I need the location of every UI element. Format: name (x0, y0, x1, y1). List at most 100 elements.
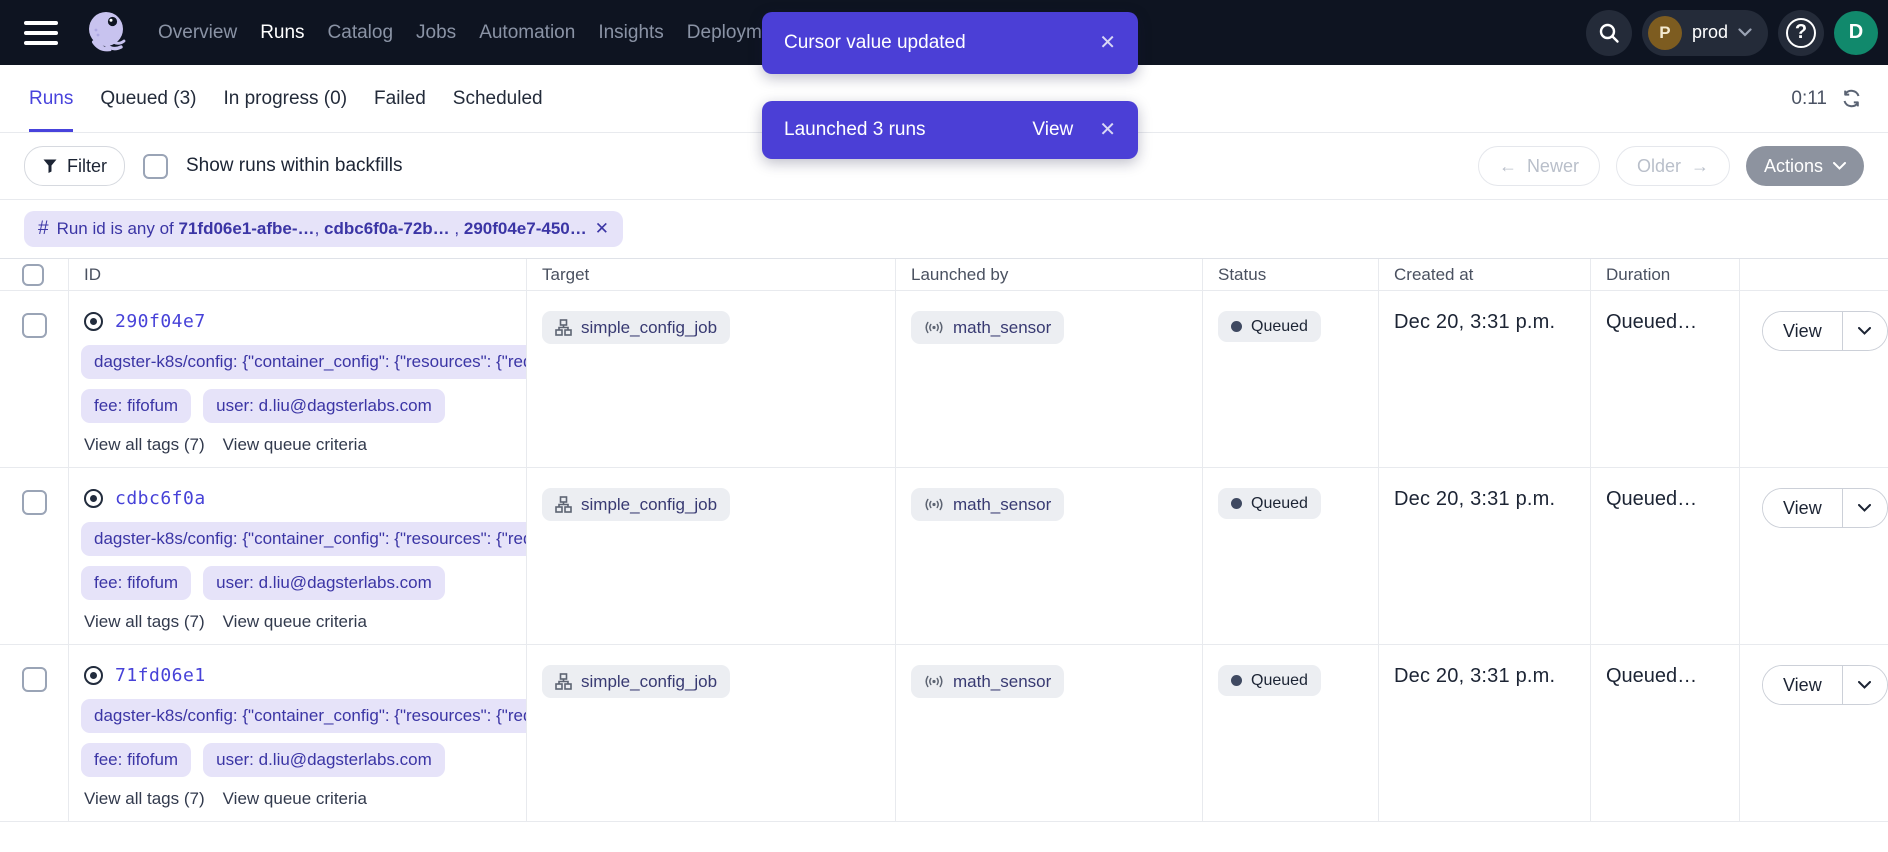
tab-failed[interactable]: Failed (374, 65, 426, 132)
view-run-button[interactable]: View (1763, 489, 1843, 527)
view-queue-criteria-link[interactable]: View queue criteria (223, 435, 367, 455)
chevron-down-icon (1858, 504, 1871, 512)
nav-item-insights[interactable]: Insights (598, 22, 663, 44)
status-label: Queued (1251, 672, 1308, 690)
older-button[interactable]: Older → (1616, 146, 1730, 186)
workspace-avatar: P (1648, 16, 1682, 50)
status-dot-icon (1231, 321, 1242, 332)
run-id-link[interactable]: 71fd06e1 (115, 665, 206, 686)
view-all-tags-link[interactable]: View all tags (7) (84, 612, 205, 632)
nav-item-runs[interactable]: Runs (260, 22, 304, 44)
launched-by-cell: math_sensor (896, 291, 1203, 467)
row-checkbox[interactable] (22, 490, 47, 515)
table-row: 71fd06e1 dagster-k8s/config: {"container… (0, 645, 1888, 822)
search-button[interactable] (1586, 10, 1632, 56)
table-header: ID Target Launched by Status Created at … (0, 258, 1888, 291)
nav-item-overview[interactable]: Overview (158, 22, 237, 44)
status-badge: Queued (1218, 311, 1321, 342)
view-queue-criteria-link[interactable]: View queue criteria (223, 612, 367, 632)
column-header-launched-by: Launched by (896, 259, 1203, 290)
sensor-name: math_sensor (953, 495, 1051, 515)
job-pill[interactable]: simple_config_job (542, 311, 730, 344)
k8s-config-tag[interactable]: dagster-k8s/config: {"container_config":… (81, 522, 526, 556)
nav-item-jobs[interactable]: Jobs (416, 22, 456, 44)
fee-tag[interactable]: fee: fifofum (81, 389, 191, 423)
arrow-right-icon: → (1691, 156, 1709, 177)
sensor-pill[interactable]: math_sensor (911, 665, 1064, 698)
arrow-left-icon: ← (1499, 156, 1517, 177)
job-icon (555, 496, 572, 513)
sensor-pill[interactable]: math_sensor (911, 488, 1064, 521)
job-icon (555, 319, 572, 336)
duration-value: Queued… (1606, 665, 1697, 687)
target-cell: simple_config_job (527, 468, 896, 644)
newer-label: Newer (1527, 156, 1579, 177)
tab-in-progress[interactable]: In progress (0) (223, 65, 347, 132)
remove-filter-icon[interactable]: ✕ (595, 219, 609, 239)
show-backfills-label: Show runs within backfills (186, 155, 402, 177)
workspace-switcher[interactable]: P prod (1642, 10, 1768, 56)
fee-tag[interactable]: fee: fifofum (81, 743, 191, 777)
k8s-config-tag[interactable]: dagster-k8s/config: {"container_config":… (81, 699, 526, 733)
close-icon[interactable]: ✕ (1099, 33, 1116, 53)
duration-cell: Queued… (1591, 645, 1740, 821)
job-icon (555, 673, 572, 690)
runs-page: Overview Runs Catalog Jobs Automation In… (0, 0, 1888, 852)
user-tag[interactable]: user: d.liu@dagsterlabs.com (203, 743, 445, 777)
user-avatar[interactable]: D (1834, 11, 1878, 55)
user-tag[interactable]: user: d.liu@dagsterlabs.com (203, 389, 445, 423)
nav-item-catalog[interactable]: Catalog (328, 22, 394, 44)
row-checkbox[interactable] (22, 667, 47, 692)
nav-item-automation[interactable]: Automation (479, 22, 575, 44)
filter-button[interactable]: Filter (24, 146, 125, 186)
tab-runs[interactable]: Runs (29, 65, 73, 132)
filter-bar-right: ← Newer Older → Actions (1478, 146, 1864, 186)
newer-button[interactable]: ← Newer (1478, 146, 1600, 186)
runid-filter-tag[interactable]: # Run id is any of 71fd06e1-afbe-…, cdbc… (24, 211, 623, 247)
view-run-menu-button[interactable] (1843, 312, 1887, 350)
duration-value: Queued… (1606, 488, 1697, 510)
tab-scheduled[interactable]: Scheduled (453, 65, 543, 132)
view-queue-criteria-link[interactable]: View queue criteria (223, 789, 367, 809)
tab-queued[interactable]: Queued (3) (100, 65, 196, 132)
column-header-created-at: Created at (1379, 259, 1591, 290)
view-run-menu-button[interactable] (1843, 666, 1887, 704)
view-all-tags-link[interactable]: View all tags (7) (84, 789, 205, 809)
run-status-icon (84, 666, 103, 685)
user-tag[interactable]: user: d.liu@dagsterlabs.com (203, 566, 445, 600)
row-checkbox[interactable] (22, 313, 47, 338)
run-id-link[interactable]: 290f04e7 (115, 311, 206, 332)
status-dot-icon (1231, 498, 1242, 509)
k8s-config-tag[interactable]: dagster-k8s/config: {"container_config":… (81, 345, 526, 379)
select-all-checkbox[interactable] (22, 264, 44, 286)
job-pill[interactable]: simple_config_job (542, 488, 730, 521)
run-id-link[interactable]: cdbc6f0a (115, 488, 206, 509)
refresh-icon[interactable] (1841, 88, 1862, 109)
hamburger-menu-icon[interactable] (24, 18, 62, 48)
view-run-menu-button[interactable] (1843, 489, 1887, 527)
refresh-area: 0:11 (1791, 88, 1862, 110)
view-run-button[interactable]: View (1763, 666, 1843, 704)
tabs: Runs Queued (3) In progress (0) Failed S… (29, 65, 543, 132)
close-icon[interactable]: ✕ (1099, 120, 1116, 140)
toast-view-button[interactable]: View (1032, 119, 1073, 141)
workspace-label: prod (1692, 22, 1728, 43)
view-run-button[interactable]: View (1763, 312, 1843, 350)
duration-cell: Queued… (1591, 468, 1740, 644)
show-backfills-checkbox[interactable] (143, 154, 168, 179)
chevron-down-icon (1858, 327, 1871, 335)
help-button[interactable]: ? (1778, 10, 1824, 56)
status-cell: Queued (1203, 645, 1379, 821)
chevron-down-icon (1833, 162, 1846, 170)
actions-button[interactable]: Actions (1746, 146, 1864, 186)
view-all-tags-link[interactable]: View all tags (7) (84, 435, 205, 455)
navbar-left: Overview Runs Catalog Jobs Automation In… (24, 8, 788, 58)
fee-tag[interactable]: fee: fifofum (81, 566, 191, 600)
chevron-down-icon (1738, 28, 1752, 37)
id-cell: 290f04e7 dagster-k8s/config: {"container… (69, 291, 527, 467)
help-icon: ? (1786, 18, 1816, 48)
sensor-pill[interactable]: math_sensor (911, 311, 1064, 344)
sensor-icon (924, 320, 944, 335)
job-pill[interactable]: simple_config_job (542, 665, 730, 698)
target-cell: simple_config_job (527, 291, 896, 467)
